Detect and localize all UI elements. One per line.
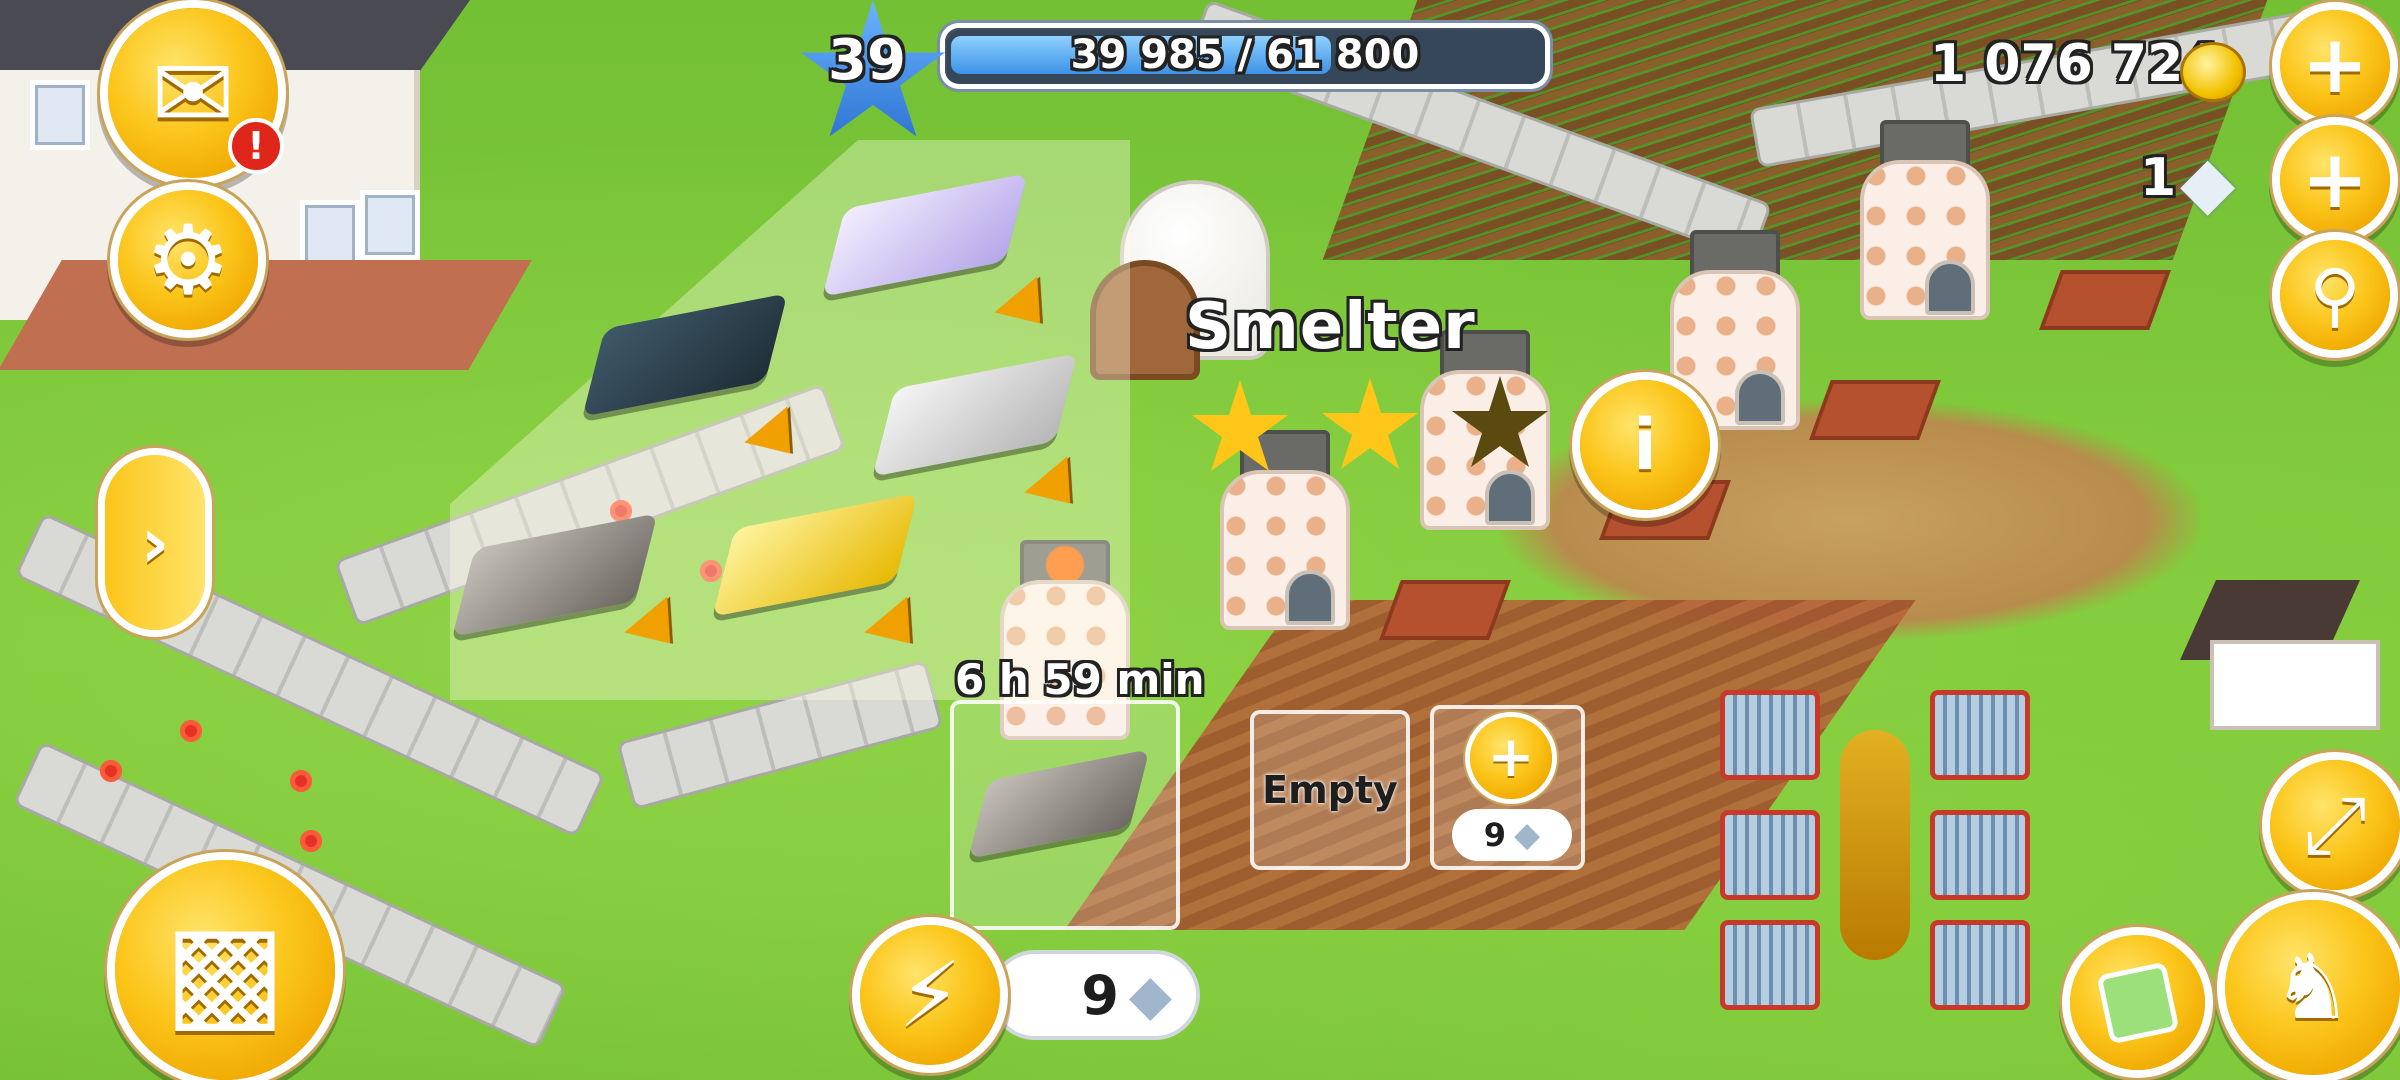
flower <box>180 720 202 742</box>
accordion <box>1720 920 1820 1010</box>
accordion <box>1930 810 2030 900</box>
search-button[interactable]: ⚲ <box>2280 240 2390 350</box>
plus-icon: + <box>2301 18 2369 111</box>
mail-button[interactable]: ✉ ! <box>108 8 284 178</box>
magnifier-icon: ⚲ <box>2309 254 2361 336</box>
add-slot-button[interactable]: + <box>1470 717 1552 799</box>
dog-house-wall <box>2210 640 2380 730</box>
expand-panel-button[interactable]: › <box>105 455 205 630</box>
accordion <box>1720 810 1820 900</box>
tuba <box>1840 730 1910 960</box>
accordion <box>1720 690 1820 780</box>
production-timer: 6 h 59 min <box>955 655 1205 704</box>
speed-up-button[interactable]: ⚡ <box>860 925 1000 1065</box>
info-icon: i <box>1633 404 1657 486</box>
house-window <box>30 80 90 150</box>
diamond-icon: ◆ <box>1514 815 1541 855</box>
map-button[interactable] <box>2070 935 2205 1070</box>
finish-cost-value: 9 <box>1081 963 1119 1027</box>
accordion <box>1930 690 2030 780</box>
info-button[interactable]: i <box>1580 380 1710 510</box>
ore-crate <box>2039 270 2171 330</box>
flower <box>100 760 122 782</box>
smelter-door <box>1285 570 1335 625</box>
level-star-badge[interactable]: 39 <box>790 0 960 150</box>
plus-icon: + <box>1487 725 1535 790</box>
building-title: Smelter <box>1185 290 1476 364</box>
friends-button[interactable]: ♞ <box>2225 900 2400 1075</box>
chevron-right-icon: › <box>140 501 170 584</box>
slot-cost-value: 9 <box>1483 816 1507 854</box>
diamond-count: 1 <box>2140 148 2177 208</box>
map-card-icon <box>2095 960 2180 1045</box>
house-porch <box>0 260 532 370</box>
smelter-building[interactable] <box>1850 120 2000 320</box>
finish-cost-pill[interactable]: 9 ◆ <box>990 950 1200 1040</box>
gear-icon: ⚙ <box>144 204 232 316</box>
lightning-icon: ⚡ <box>898 942 962 1048</box>
dog-house[interactable] <box>2180 560 2400 740</box>
house-window <box>360 190 420 260</box>
expand-icon: ⤢ <box>2303 778 2367 871</box>
farm-scene <box>0 0 2400 1080</box>
buy-slot[interactable]: + 9 ◆ <box>1430 705 1585 870</box>
alert-icon: ! <box>228 118 284 174</box>
platinum-bar-icon <box>968 749 1150 859</box>
smelter-door <box>1925 260 1975 315</box>
shop-button[interactable]: ▩ <box>115 860 335 1080</box>
accordion-decoration[interactable] <box>1720 650 2040 1050</box>
buy-diamonds-button[interactable]: + <box>2280 125 2390 235</box>
level-number: 39 <box>828 28 906 93</box>
flower <box>290 770 312 792</box>
smelter-door <box>1735 370 1785 425</box>
smelter-door <box>1485 470 1535 525</box>
settings-button[interactable]: ⚙ <box>118 190 258 330</box>
plus-icon: + <box>2301 133 2369 226</box>
cash-register-icon: ▩ <box>163 894 287 1046</box>
xp-bar[interactable]: 39 985 / 61 800 <box>945 28 1545 84</box>
mail-icon: ✉ <box>151 34 235 152</box>
ore-crate <box>1809 380 1941 440</box>
smelter-building[interactable] <box>1210 430 1360 630</box>
flower <box>300 830 322 852</box>
current-production-slot[interactable] <box>950 700 1180 930</box>
empty-slot-label: Empty <box>1262 768 1398 812</box>
accordion <box>1930 920 2030 1010</box>
slot-cost-pill: 9 ◆ <box>1452 809 1572 861</box>
diamond-icon: ◆ <box>1128 962 1172 1028</box>
coin-count: 1 076 724 <box>1930 34 2220 94</box>
ore-crate <box>1379 580 1511 640</box>
diamond-icon: ◆ <box>2180 140 2236 224</box>
friends-icon: ♞ <box>2272 935 2353 1040</box>
zoom-button[interactable]: ⤢ <box>2270 760 2400 890</box>
empty-slot[interactable]: Empty <box>1250 710 1410 870</box>
xp-text: 39 985 / 61 800 <box>1070 32 1420 78</box>
coin-icon <box>2180 42 2246 102</box>
buy-coins-button[interactable]: + <box>2280 10 2390 120</box>
